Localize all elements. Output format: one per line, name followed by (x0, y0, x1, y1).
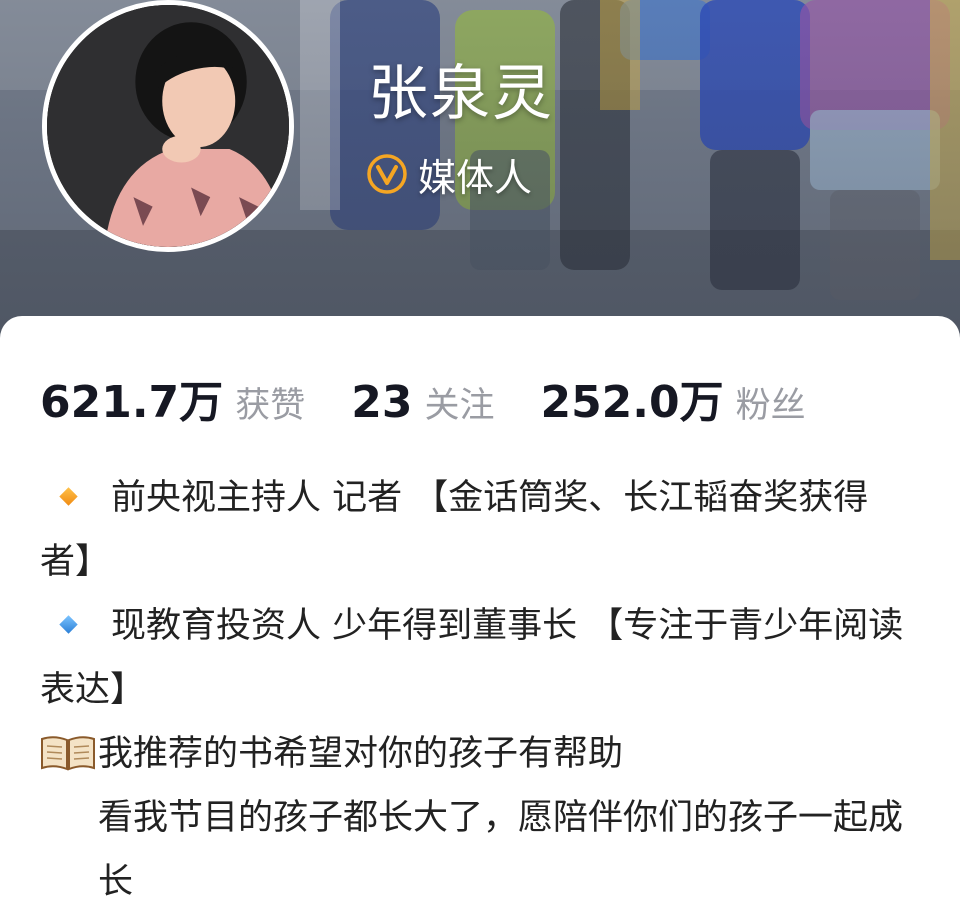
profile-page: 张泉灵 媒体人 621.7万 获赞 23 关注 252.0万 粉丝 前央视主持人… (0, 0, 960, 920)
stat-followers[interactable]: 252.0万 粉丝 (540, 366, 805, 430)
orange-diamond-icon (59, 486, 78, 506)
stat-likes-label: 获赞 (235, 386, 306, 426)
stats-row: 621.7万 获赞 23 关注 252.0万 粉丝 (40, 366, 852, 430)
blue-diamond-icon (59, 614, 78, 634)
profile-header: 张泉灵 媒体人 (0, 0, 960, 340)
stat-following-value: 23 (351, 377, 413, 428)
bio-line-3-text: 我推荐的书希望对你的孩子有帮助 (98, 734, 624, 774)
stat-following-label: 关注 (424, 386, 495, 426)
bio-line-1-text: 前央视主持人 记者 【金话筒奖、长江韬奋奖获得者】 (40, 478, 869, 582)
verification-label: 媒体人 (418, 155, 533, 200)
verification-row: 媒体人 (366, 148, 532, 200)
open-book-icon (41, 736, 95, 771)
stat-followers-value: 252.0万 (540, 377, 724, 428)
verified-v-badge-icon (367, 154, 407, 194)
bio-line-1: 前央视主持人 记者 【金话筒奖、长江韬奋奖获得者】 (40, 466, 920, 594)
profile-bio: 前央视主持人 记者 【金话筒奖、长江韬奋奖获得者】 现教育投资人 少年得到董事长… (40, 466, 920, 914)
bio-line-4: 看我节目的孩子都长大了，愿陪伴你们的孩子一起成长 (40, 786, 920, 914)
profile-card: 621.7万 获赞 23 关注 252.0万 粉丝 前央视主持人 记者 【金话筒… (0, 316, 960, 920)
stat-likes-value: 621.7万 (40, 377, 224, 428)
bio-line-2-text: 现教育投资人 少年得到董事长 【专注于青少年阅读表达】 (40, 606, 904, 710)
stat-following[interactable]: 23 关注 (351, 377, 494, 428)
bio-line-4-text: 看我节目的孩子都长大了，愿陪伴你们的孩子一起成长 (98, 798, 904, 902)
bio-line-3: 我推荐的书希望对你的孩子有帮助 (40, 722, 920, 786)
avatar-portrait (47, 5, 289, 247)
bio-line-2: 现教育投资人 少年得到董事长 【专注于青少年阅读表达】 (40, 594, 920, 722)
profile-name: 张泉灵 (368, 59, 554, 129)
avatar[interactable] (42, 0, 294, 252)
stat-followers-label: 粉丝 (735, 386, 806, 426)
stat-likes[interactable]: 621.7万 获赞 (40, 366, 305, 430)
